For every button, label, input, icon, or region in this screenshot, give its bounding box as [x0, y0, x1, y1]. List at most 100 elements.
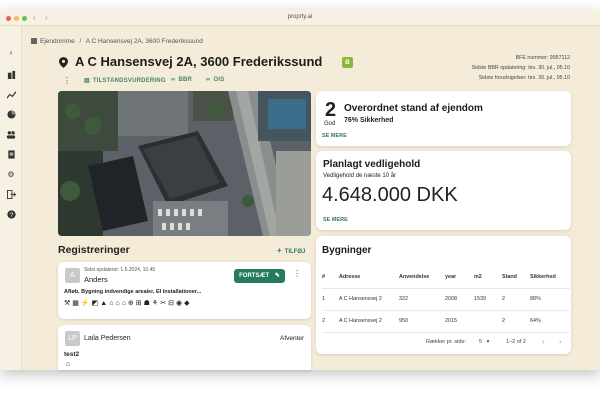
- column-header: #: [322, 266, 339, 289]
- table-row[interactable]: 2 A C Hansensvej 2 950 2015 2 64%: [322, 310, 570, 333]
- add-registration-button[interactable]: + TILFØJ: [277, 246, 305, 255]
- rows-per-page-select[interactable]: 5 ▾: [479, 339, 489, 345]
- table-header-row: # Adresse Anvendelse year m2 Stand Sikke…: [322, 266, 570, 289]
- buildings-icon[interactable]: [4, 70, 18, 82]
- aerial-map[interactable]: [58, 91, 311, 236]
- category-icon: ◩: [91, 300, 99, 307]
- link-icon: ∞: [171, 77, 176, 83]
- property-meta: BFE nummer: 9957112 Sidste BBR opdaterin…: [472, 53, 570, 83]
- rows-per-page-label: Rækker pr. side:: [426, 339, 467, 345]
- previous-page-icon[interactable]: ‹: [542, 337, 545, 346]
- users-icon[interactable]: [4, 130, 18, 142]
- maintenance-title: Planlagt vedligehold: [323, 159, 421, 170]
- table-cell: 1: [322, 288, 339, 311]
- table-cell: 2008: [445, 288, 474, 311]
- logout-icon[interactable]: [4, 190, 18, 202]
- table-cell: 2: [502, 310, 530, 333]
- energy-label-badge: B: [342, 57, 353, 68]
- table-cell: A C Hansensvej 2: [339, 288, 399, 311]
- more-options-icon[interactable]: ⋮: [293, 269, 301, 278]
- sidebar: › ⚙ ?: [0, 26, 22, 370]
- category-icon: ⌂: [115, 300, 120, 307]
- buildings-card: Bygninger # Adresse Anvendelse year m2 S…: [316, 236, 571, 354]
- registration-card[interactable]: A Sidst opdateret: 1.5.2024, 10.45 Ander…: [58, 262, 311, 319]
- pie-icon[interactable]: [4, 110, 18, 122]
- registration-name: Anders: [84, 275, 108, 284]
- column-header: Adresse: [339, 266, 399, 289]
- link-icon: ∞: [206, 77, 211, 83]
- table-cell: 2015: [445, 310, 474, 333]
- registration-card[interactable]: LP Laila Pedersen Afventer test2 ⌂: [58, 325, 311, 370]
- more-options-icon[interactable]: ⋮: [63, 76, 71, 85]
- svg-text:?: ?: [9, 212, 13, 219]
- category-icon: ☗: [143, 300, 150, 307]
- category-icon: ⊞: [135, 300, 142, 307]
- tab-ois[interactable]: ∞ OIS: [206, 77, 224, 83]
- certainty-value: 76% Sikkerhed: [344, 117, 394, 124]
- tab-tilstandsvurdering[interactable]: ▤ TILSTANDSVURDERING: [84, 77, 166, 84]
- breadcrumb-root[interactable]: Ejendomme: [40, 38, 75, 45]
- edit-icon: ✎: [274, 273, 280, 279]
- registration-status: Afventer: [280, 335, 305, 342]
- registrations-title: Registreringer: [58, 244, 130, 256]
- gear-icon[interactable]: ⚙: [4, 170, 18, 182]
- buildings-table: # Adresse Anvendelse year m2 Stand Sikke…: [322, 266, 570, 333]
- document-icon[interactable]: [4, 150, 18, 162]
- chart-icon[interactable]: [4, 90, 18, 102]
- column-header: Anvendelse: [399, 266, 445, 289]
- avatar: LP: [65, 331, 80, 346]
- breadcrumb-separator: /: [79, 38, 82, 45]
- next-page-icon[interactable]: ›: [559, 337, 562, 346]
- maintenance-card: Planlagt vedligehold Vedligehold de næst…: [316, 151, 571, 230]
- pagination-range: 1–2 of 2: [506, 339, 526, 345]
- maintenance-amount: 4.648.000 DKK: [322, 184, 458, 206]
- category-icon: ⌂: [109, 300, 114, 307]
- chevron-right-icon[interactable]: ›: [4, 48, 18, 60]
- registration-text: test2: [64, 351, 80, 358]
- continue-button[interactable]: FORTSÆT ✎: [234, 269, 285, 283]
- table-cell: 2: [322, 310, 339, 333]
- category-icon: ⚡: [80, 300, 90, 307]
- column-header: Stand: [502, 266, 530, 289]
- page-title: A C Hansensvej 2A, 3600 Frederikssund: [75, 54, 323, 69]
- overall-condition-card: 2 God Overordnet stand af ejendom 76% Si…: [316, 91, 571, 146]
- title-bar: ‹ › proprty.ai: [0, 10, 600, 26]
- category-icon: ⊟: [168, 300, 174, 307]
- see-more-condition-link[interactable]: SE MERE: [322, 133, 347, 139]
- category-icons: ⚒ ▦ ⚡ ◩ ▲ ⌂ ⌂ ⌂ ⊕ ⊞ ☗ ⚘ ✂ ⊟ ◉ ◆: [64, 299, 191, 307]
- table-cell: 88%: [530, 288, 570, 311]
- category-icon: ⚘: [151, 300, 159, 307]
- avatar: A: [65, 268, 80, 283]
- tab-bbr[interactable]: ∞ BBR: [171, 77, 192, 83]
- home-icon: [31, 38, 37, 44]
- category-icon: ▲: [100, 300, 108, 307]
- location-pin-icon: [59, 57, 68, 68]
- category-icon: ⚒: [64, 300, 71, 307]
- maintenance-subtitle: Vedligehold de næste 10 år: [323, 173, 397, 179]
- category-icon: ⌂: [121, 300, 126, 307]
- column-header: m2: [474, 266, 502, 289]
- breadcrumb-current: A C Hansensvej 2A, 3600 Frederikssund: [85, 38, 203, 45]
- building-icon: ⌂: [66, 361, 71, 368]
- table-row[interactable]: 1 A C Hansensvej 2 322 2008 1539 2 88%: [322, 288, 570, 311]
- table-cell: [474, 310, 502, 333]
- table-cell: 2: [502, 288, 530, 311]
- window-title: proprty.ai: [287, 14, 313, 20]
- buildings-title: Bygninger: [322, 245, 372, 256]
- prediction-update: Sidste forudsigelser: tirs. 30. jul., 05…: [478, 75, 570, 81]
- registration-updated: Sidst opdateret: 1.5.2024, 10.45: [84, 267, 156, 273]
- category-icon: ▦: [72, 300, 79, 307]
- table-cell: 322: [399, 288, 445, 311]
- see-more-maintenance-link[interactable]: SE MERE: [323, 217, 348, 223]
- help-icon[interactable]: ?: [4, 210, 18, 222]
- bfe-number: BFE nummer: 9957112: [515, 55, 570, 61]
- column-header: Sikkerhed: [530, 266, 570, 289]
- category-icon: ✂: [160, 300, 167, 307]
- category-icon: ◉: [175, 300, 183, 307]
- report-icon: ▤: [84, 78, 90, 84]
- breadcrumb: Ejendomme / A C Hansensvej 2A, 3600 Fred…: [31, 38, 203, 45]
- category-icon: ⊕: [127, 300, 134, 307]
- table-cell: 950: [399, 310, 445, 333]
- condition-score: 2: [325, 99, 337, 121]
- bbr-update: Sidste BBR opdatering: tirs. 30. jul., 0…: [471, 65, 570, 71]
